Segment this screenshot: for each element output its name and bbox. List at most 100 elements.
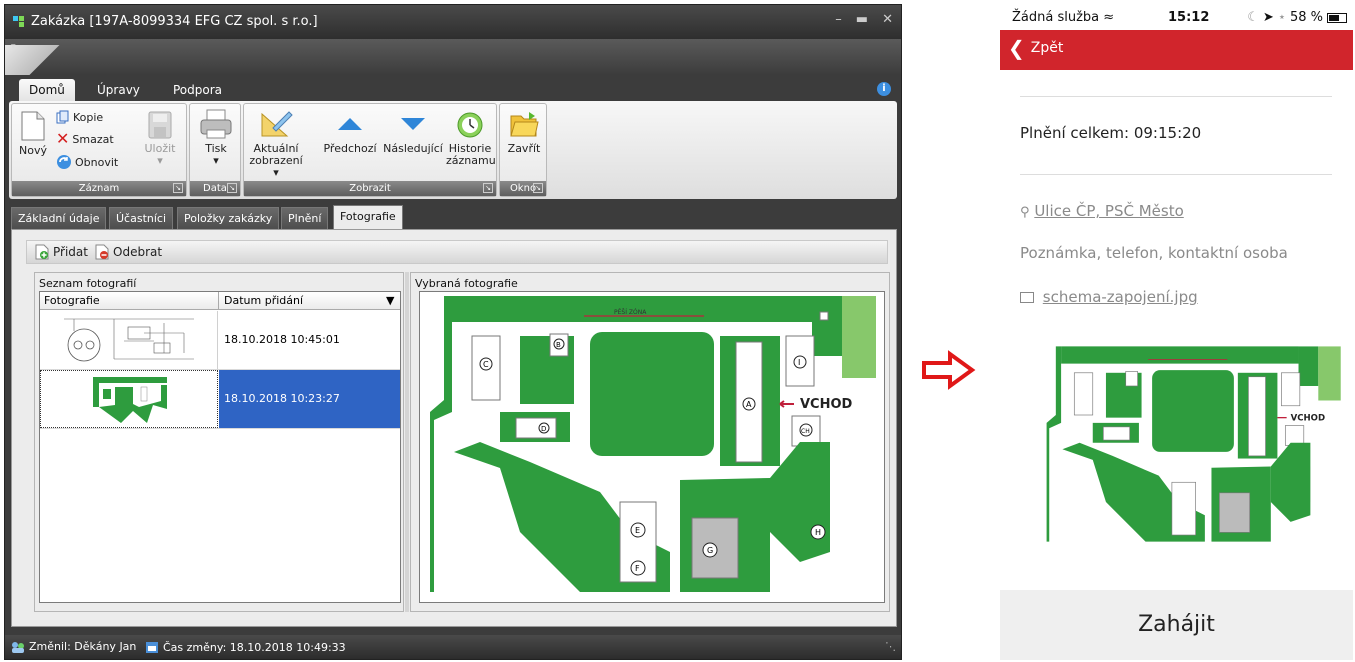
title-bar[interactable]: Zakázka [197A-8099334 EFG CZ spol. s r.o… — [5, 5, 901, 39]
chevron-left-icon: ❮ — [1008, 36, 1025, 60]
photo-list-title: Seznam fotografií — [39, 277, 137, 290]
refresh-button[interactable]: Obnovit — [56, 154, 118, 170]
svg-text:E: E — [635, 526, 640, 535]
group-launcher-icon[interactable]: ↘ — [227, 183, 237, 193]
remove-document-icon — [95, 244, 109, 260]
selected-photo-title: Vybraná fotografie — [415, 277, 518, 290]
remove-photo-button[interactable]: Odebrat — [95, 244, 162, 260]
contact-note: Poznámka, telefon, kontaktní osoba — [1020, 244, 1288, 262]
filter-dropdown-icon[interactable]: ▼ — [386, 294, 394, 307]
selected-photo-frame: PĚŠÍ ZÓNA C B A I VCHOD CH D E F G H — [419, 291, 885, 603]
tab-order-items[interactable]: Položky zakázky — [177, 207, 280, 229]
location-pin-icon: ⚲ — [1020, 205, 1030, 220]
arrow-up-icon — [338, 118, 362, 130]
total-fulfillment: Plnění celkem: 09:15:20 — [1020, 124, 1202, 142]
attachment-image[interactable]: VCHOD — [1040, 336, 1346, 556]
circuit-schema-thumbnail — [64, 318, 194, 362]
photo-thumbnail-cell[interactable] — [40, 370, 218, 428]
photo-list-panel: Seznam fotografií Fotografie Datum přidá… — [34, 272, 404, 612]
printer-icon — [200, 109, 232, 139]
close-button[interactable]: Zavřít — [504, 108, 544, 155]
save-icon — [148, 111, 172, 139]
minimize-icon[interactable]: – — [835, 12, 842, 27]
group-launcher-icon[interactable]: ↘ — [483, 183, 493, 193]
walk-zone-label: PĚŠÍ ZÓNA — [614, 308, 647, 316]
ribbon-tabs: Domů Úpravy Podpora i — [5, 75, 901, 101]
svg-text:A: A — [746, 400, 752, 409]
clock: 15:12 — [1168, 10, 1210, 25]
moon-icon: ☾ — [1247, 10, 1259, 25]
svg-text:H: H — [815, 528, 821, 537]
ribbon-tab-home[interactable]: Domů — [19, 79, 75, 101]
group-launcher-icon[interactable]: ↘ — [533, 183, 543, 193]
ribbon-tab-support[interactable]: Podpora — [163, 79, 232, 101]
copy-button[interactable]: Kopie — [56, 110, 103, 124]
delete-button[interactable]: ✕ Smazat — [56, 129, 114, 148]
group-launcher-icon[interactable]: ↘ — [173, 183, 183, 193]
phone-status-bar: Žádná služba ≈ 15:12 ☾ ➤ ⋆ 58 % — [1000, 4, 1353, 30]
history-button[interactable]: Historie záznamu — [446, 108, 496, 167]
info-icon[interactable]: i — [877, 82, 891, 96]
print-button[interactable]: Tisk ▾ — [194, 108, 238, 167]
previous-button[interactable]: Předchozí — [322, 108, 378, 155]
phone-nav-bar: ❮ Zpět — [1000, 30, 1353, 70]
save-button[interactable]: Uložit ▾ — [140, 110, 180, 167]
clock-icon — [457, 112, 483, 138]
ruler-pencil-icon — [261, 111, 293, 137]
changed-time: Čas změny: 18.10.2018 10:49:33 — [145, 640, 346, 654]
photo-toolbar: Přidat Odebrat — [26, 240, 888, 264]
wifi-icon: ≈ — [1103, 10, 1115, 25]
maximize-icon[interactable]: ▬ — [856, 12, 868, 27]
back-button[interactable]: ❮ Zpět — [1008, 38, 1063, 58]
phone-screen: Žádná služba ≈ 15:12 ☾ ➤ ⋆ 58 % ❮ Zpět P… — [1000, 4, 1353, 660]
photo-grid: Fotografie Datum přidání ▼ 18.10.2018 10… — [39, 291, 401, 603]
calendar-icon — [146, 642, 158, 653]
selected-photo-panel: Vybraná fotografie PĚŠÍ ZÓNA C B A I VCH… — [410, 272, 890, 612]
column-header-photo[interactable]: Fotografie — [44, 294, 100, 307]
attachment-link[interactable]: schema-zapojení.jpg — [1020, 288, 1198, 306]
tab-basic-info[interactable]: Základní údaje — [11, 207, 107, 229]
svg-text:F: F — [635, 564, 640, 573]
resize-grip-icon[interactable]: ⋱ — [885, 640, 896, 653]
window-title: Zakázka [197A-8099334 EFG CZ spol. s r.o… — [31, 14, 318, 29]
next-button[interactable]: Následující — [381, 108, 445, 155]
add-photo-button[interactable]: Přidat — [35, 244, 88, 260]
current-view-button[interactable]: Aktuální zobrazení ▾ — [248, 108, 304, 179]
battery-icon — [1327, 12, 1347, 23]
arrow-right-icon — [922, 350, 976, 390]
arrow-down-icon — [401, 118, 425, 130]
table-row[interactable]: 18.10.2018 10:45:01 — [40, 311, 400, 370]
image-icon — [1020, 292, 1034, 303]
tab-photos[interactable]: Fotografie — [333, 205, 403, 229]
svg-text:D: D — [541, 425, 546, 433]
location-icon: ➤ — [1262, 10, 1274, 25]
table-row-selected[interactable]: 18.10.2018 10:23:27 — [40, 370, 400, 429]
tab-participants[interactable]: Účastníci — [109, 207, 174, 229]
users-icon — [12, 641, 24, 653]
svg-text:CH: CH — [801, 428, 810, 435]
new-document-icon — [21, 111, 45, 141]
app-icon — [13, 16, 24, 27]
group-caption-data: Data — [203, 183, 227, 194]
group-caption-view: Zobrazit — [349, 183, 391, 194]
photo-thumbnail-cell[interactable] — [40, 311, 218, 369]
quick-access-dropdown-icon[interactable]: ▾ — [11, 42, 16, 52]
ribbon-group-data: Tisk ▾ Data ↘ — [189, 103, 241, 197]
start-button[interactable]: Zahájit — [1000, 612, 1353, 637]
battery-percent: 58 % — [1289, 10, 1323, 25]
map-thumbnail — [93, 377, 167, 423]
ribbon-tab-edit[interactable]: Úpravy — [87, 79, 150, 101]
ribbon-group-record: Nový Kopie ✕ Smazat Obnovit Uložit ▾ Záz… — [11, 103, 187, 197]
ribbon-group-view: Aktuální zobrazení ▾ Předchozí Následujíc… — [243, 103, 497, 197]
bluetooth-icon: ⋆ — [1277, 10, 1286, 25]
close-icon[interactable]: ✕ — [882, 12, 893, 27]
add-document-icon — [35, 244, 49, 260]
delete-x-icon: ✕ — [56, 129, 70, 148]
new-button[interactable]: Nový — [16, 110, 50, 157]
splitter[interactable] — [405, 272, 409, 612]
address-link[interactable]: ⚲ Ulice ČP, PSČ Město — [1020, 202, 1184, 220]
start-bar: Zahájit — [1000, 590, 1353, 660]
column-header-date[interactable]: Datum přidání — [224, 294, 303, 307]
copy-icon — [56, 110, 69, 124]
tab-fulfillment[interactable]: Plnění — [281, 207, 329, 229]
